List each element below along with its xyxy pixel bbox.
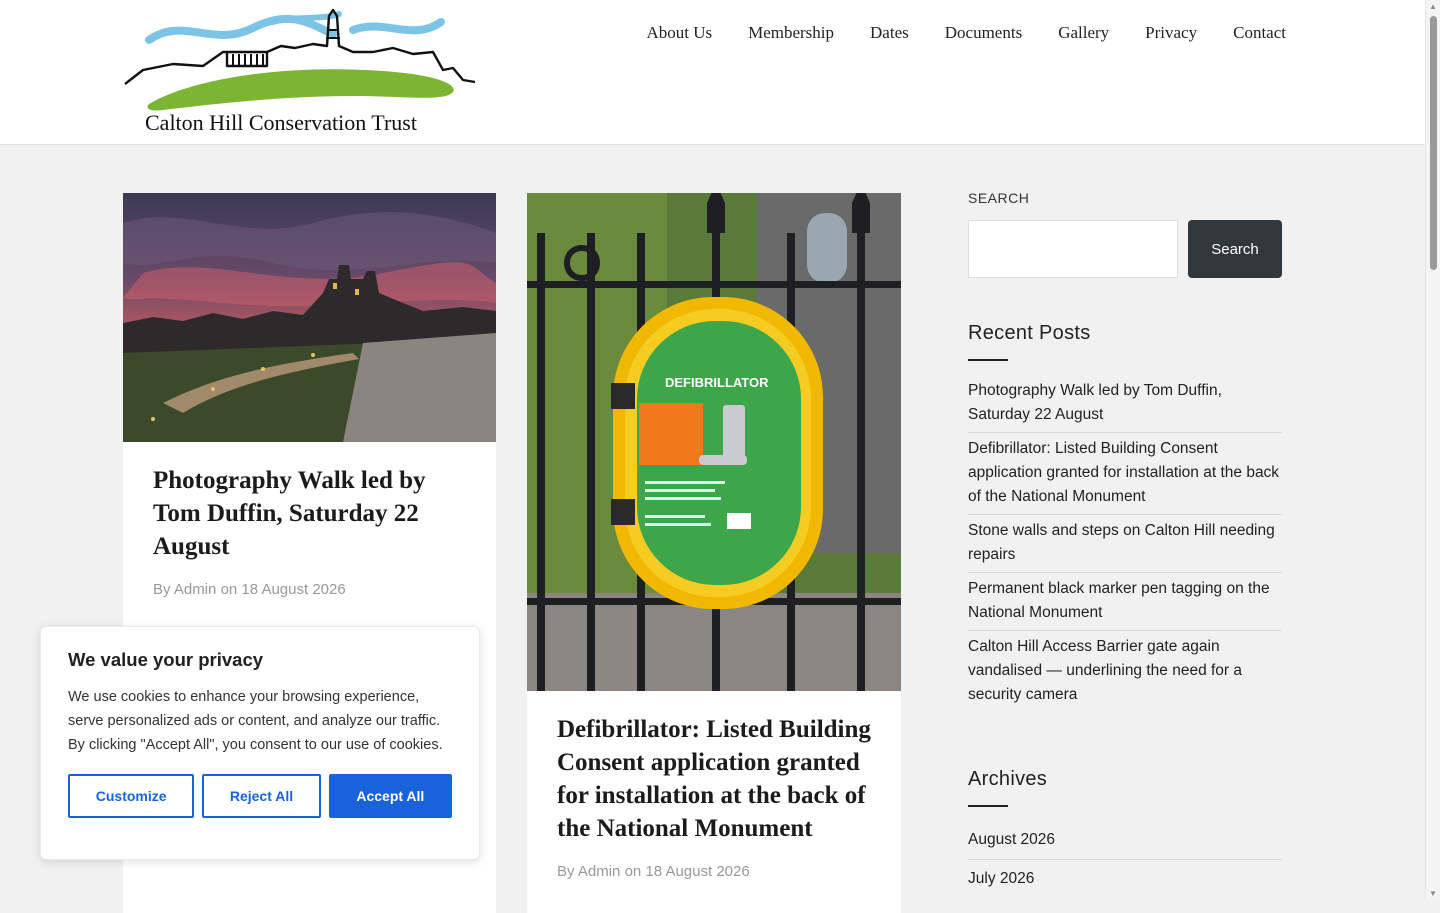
scroll-down-icon[interactable]: ▼ (1429, 889, 1437, 898)
scroll-up-icon[interactable]: ▲ (1429, 2, 1437, 11)
post-thumbnail[interactable]: DEFIBRILLATOR (527, 193, 901, 691)
defibrillator-sign-text: DEFIBRILLATOR (665, 375, 769, 390)
nav-documents[interactable]: Documents (945, 23, 1022, 43)
cookie-description: We use cookies to enhance your browsing … (68, 689, 443, 753)
archives-title: Archives (968, 768, 1048, 790)
search-label: SEARCH (968, 190, 1030, 206)
cookie-button-group: Customize Reject All Accept All (68, 774, 452, 818)
search-button[interactable]: Search (1188, 220, 1282, 278)
reject-all-button[interactable]: Reject All (202, 774, 321, 818)
archive-link[interactable]: August 2026 (968, 821, 1282, 860)
post-meta: By Admin on 18 August 2026 (557, 863, 871, 880)
archives-list: August 2026 July 2026 (968, 821, 1282, 898)
search-form: Search (968, 220, 1282, 278)
recent-post-link[interactable]: Defibrillator: Listed Building Consent a… (968, 433, 1282, 515)
post-title[interactable]: Photography Walk led by Tom Duffin, Satu… (153, 464, 466, 563)
customize-button[interactable]: Customize (68, 774, 195, 818)
post-thumbnail[interactable] (123, 193, 496, 442)
post-body: Photography Walk led by Tom Duffin, Satu… (123, 442, 496, 620)
page-scrollbar[interactable]: ▲ ▼ (1425, 0, 1440, 900)
scrollbar-thumb[interactable] (1430, 16, 1437, 270)
post-body: Defibrillator: Listed Building Consent a… (527, 691, 901, 902)
post-title[interactable]: Defibrillator: Listed Building Consent a… (557, 713, 871, 845)
logo-title: Calton Hill Conservation Trust (145, 110, 417, 135)
nav-membership[interactable]: Membership (748, 23, 834, 43)
post-author-link[interactable]: Admin (578, 863, 621, 880)
sidebar: SEARCH Search Recent Posts Photography W… (968, 190, 1282, 898)
nav-dates[interactable]: Dates (870, 23, 909, 43)
post-date-link[interactable]: 18 August 2026 (241, 581, 345, 598)
post-card: DEFIBRILLATOR Defibrillator: Listed Buil… (527, 193, 901, 913)
cookie-consent-banner: We value your privacy We use cookies to … (40, 626, 480, 860)
recent-post-link[interactable]: Photography Walk led by Tom Duffin, Satu… (968, 375, 1282, 433)
recent-post-link[interactable]: Stone walls and steps on Calton Hill nee… (968, 515, 1282, 573)
accept-all-button[interactable]: Accept All (328, 774, 452, 818)
defibrillator-photo-image: DEFIBRILLATOR (527, 193, 901, 691)
post-meta: By Admin on 18 August 2026 (153, 581, 466, 598)
nav-contact[interactable]: Contact (1233, 23, 1286, 43)
search-input[interactable] (968, 220, 1178, 278)
nav-privacy[interactable]: Privacy (1145, 23, 1197, 43)
meta-by-label: By (153, 581, 171, 598)
nav-about-us[interactable]: About Us (646, 23, 712, 43)
post-author-link[interactable]: Admin (174, 581, 217, 598)
main-navigation: About Us Membership Dates Documents Gall… (646, 23, 1286, 43)
cookie-title: We value your privacy (68, 649, 264, 670)
sunset-photo-image (123, 193, 496, 442)
site-header: Calton Hill Conservation Trust About Us … (0, 0, 1425, 145)
meta-on-label: on (220, 581, 238, 598)
meta-by-label: By (557, 863, 575, 880)
widget-divider (968, 805, 1008, 807)
recent-post-link[interactable]: Calton Hill Access Barrier gate again va… (968, 631, 1282, 712)
archive-link[interactable]: July 2026 (968, 860, 1282, 898)
widget-divider (968, 359, 1008, 361)
recent-posts-list: Photography Walk led by Tom Duffin, Satu… (968, 375, 1282, 712)
recent-post-link[interactable]: Permanent black marker pen tagging on th… (968, 573, 1282, 631)
site-logo[interactable]: Calton Hill Conservation Trust (123, 8, 479, 140)
nav-gallery[interactable]: Gallery (1058, 23, 1109, 43)
recent-posts-title: Recent Posts (968, 322, 1091, 344)
meta-on-label: on (624, 863, 642, 880)
post-date-link[interactable]: 18 August 2026 (645, 863, 749, 880)
